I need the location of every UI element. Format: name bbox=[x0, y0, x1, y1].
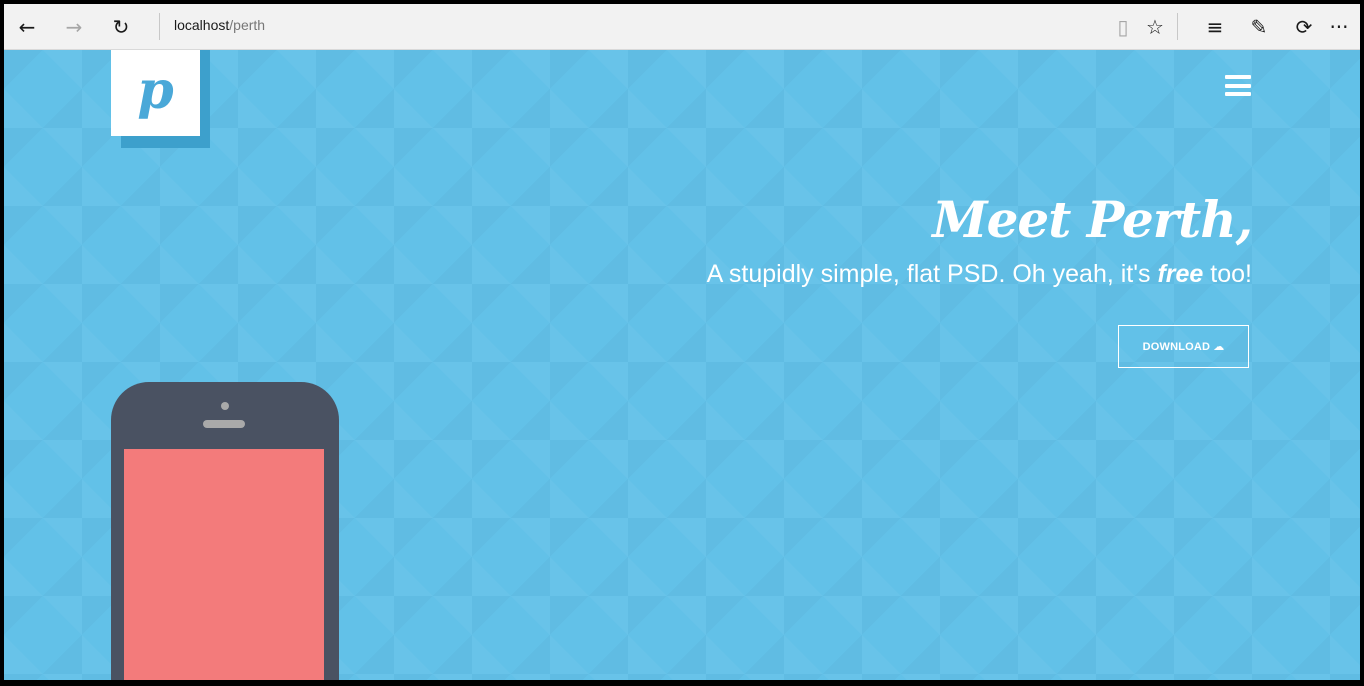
phone-camera bbox=[221, 402, 229, 410]
browser-window: ← → ↻ localhost/perth ▯ ☆ ≡ ✎ ⟳ ··· p Me… bbox=[4, 4, 1360, 680]
forward-arrow-icon: → bbox=[65, 15, 83, 39]
refresh-button[interactable]: ↻ bbox=[104, 10, 138, 44]
address-bar[interactable]: localhost/perth bbox=[174, 17, 265, 33]
site-logo[interactable]: p bbox=[111, 50, 200, 136]
forward-button[interactable]: → bbox=[57, 10, 91, 44]
subline-prefix: A stupidly simple, flat PSD. Oh yeah, it… bbox=[706, 260, 1158, 288]
menu-bar bbox=[1225, 83, 1251, 88]
hub-icon: ≡ bbox=[1206, 15, 1224, 39]
address-host: localhost bbox=[174, 17, 230, 33]
more-button[interactable]: ··· bbox=[1322, 10, 1356, 44]
hub-button[interactable]: ≡ bbox=[1198, 10, 1232, 44]
toolbar-divider bbox=[1177, 13, 1178, 40]
web-note-icon: ✎ bbox=[1250, 15, 1268, 39]
hero-headline: Meet Perth, bbox=[932, 190, 1253, 249]
phone-speaker bbox=[203, 420, 245, 428]
share-icon: ⟳ bbox=[1295, 15, 1313, 39]
menu-bar bbox=[1225, 92, 1251, 96]
menu-bar bbox=[1225, 75, 1251, 79]
phone-illustration bbox=[111, 382, 339, 680]
address-path: /perth bbox=[229, 17, 266, 33]
toolbar-divider bbox=[159, 13, 160, 40]
phone-screen bbox=[124, 449, 324, 680]
web-note-button[interactable]: ✎ bbox=[1242, 10, 1276, 44]
menu-icon[interactable] bbox=[1225, 75, 1251, 96]
subline-emphasis: free bbox=[1157, 260, 1204, 288]
more-icon: ··· bbox=[1329, 15, 1349, 39]
download-label: DOWNLOAD bbox=[1142, 340, 1211, 353]
subline-suffix: too! bbox=[1203, 260, 1252, 288]
reading-view-icon: ▯ bbox=[1117, 15, 1129, 39]
page-content: p Meet Perth, A stupidly simple, flat PS… bbox=[4, 50, 1360, 680]
cloud-download-icon: ☁ bbox=[1213, 340, 1225, 353]
share-button[interactable]: ⟳ bbox=[1287, 10, 1321, 44]
refresh-icon: ↻ bbox=[112, 15, 130, 39]
hero-subline: A stupidly simple, flat PSD. Oh yeah, it… bbox=[707, 260, 1252, 289]
logo-letter: p bbox=[137, 59, 174, 121]
download-button[interactable]: DOWNLOAD ☁ bbox=[1118, 325, 1249, 368]
back-arrow-icon: ← bbox=[18, 15, 36, 39]
favorite-button[interactable]: ☆ bbox=[1138, 10, 1172, 44]
star-icon: ☆ bbox=[1146, 15, 1164, 39]
browser-toolbar: ← → ↻ localhost/perth ▯ ☆ ≡ ✎ ⟳ ··· bbox=[4, 4, 1360, 50]
back-button[interactable]: ← bbox=[10, 10, 44, 44]
reading-view-button[interactable]: ▯ bbox=[1106, 10, 1140, 44]
